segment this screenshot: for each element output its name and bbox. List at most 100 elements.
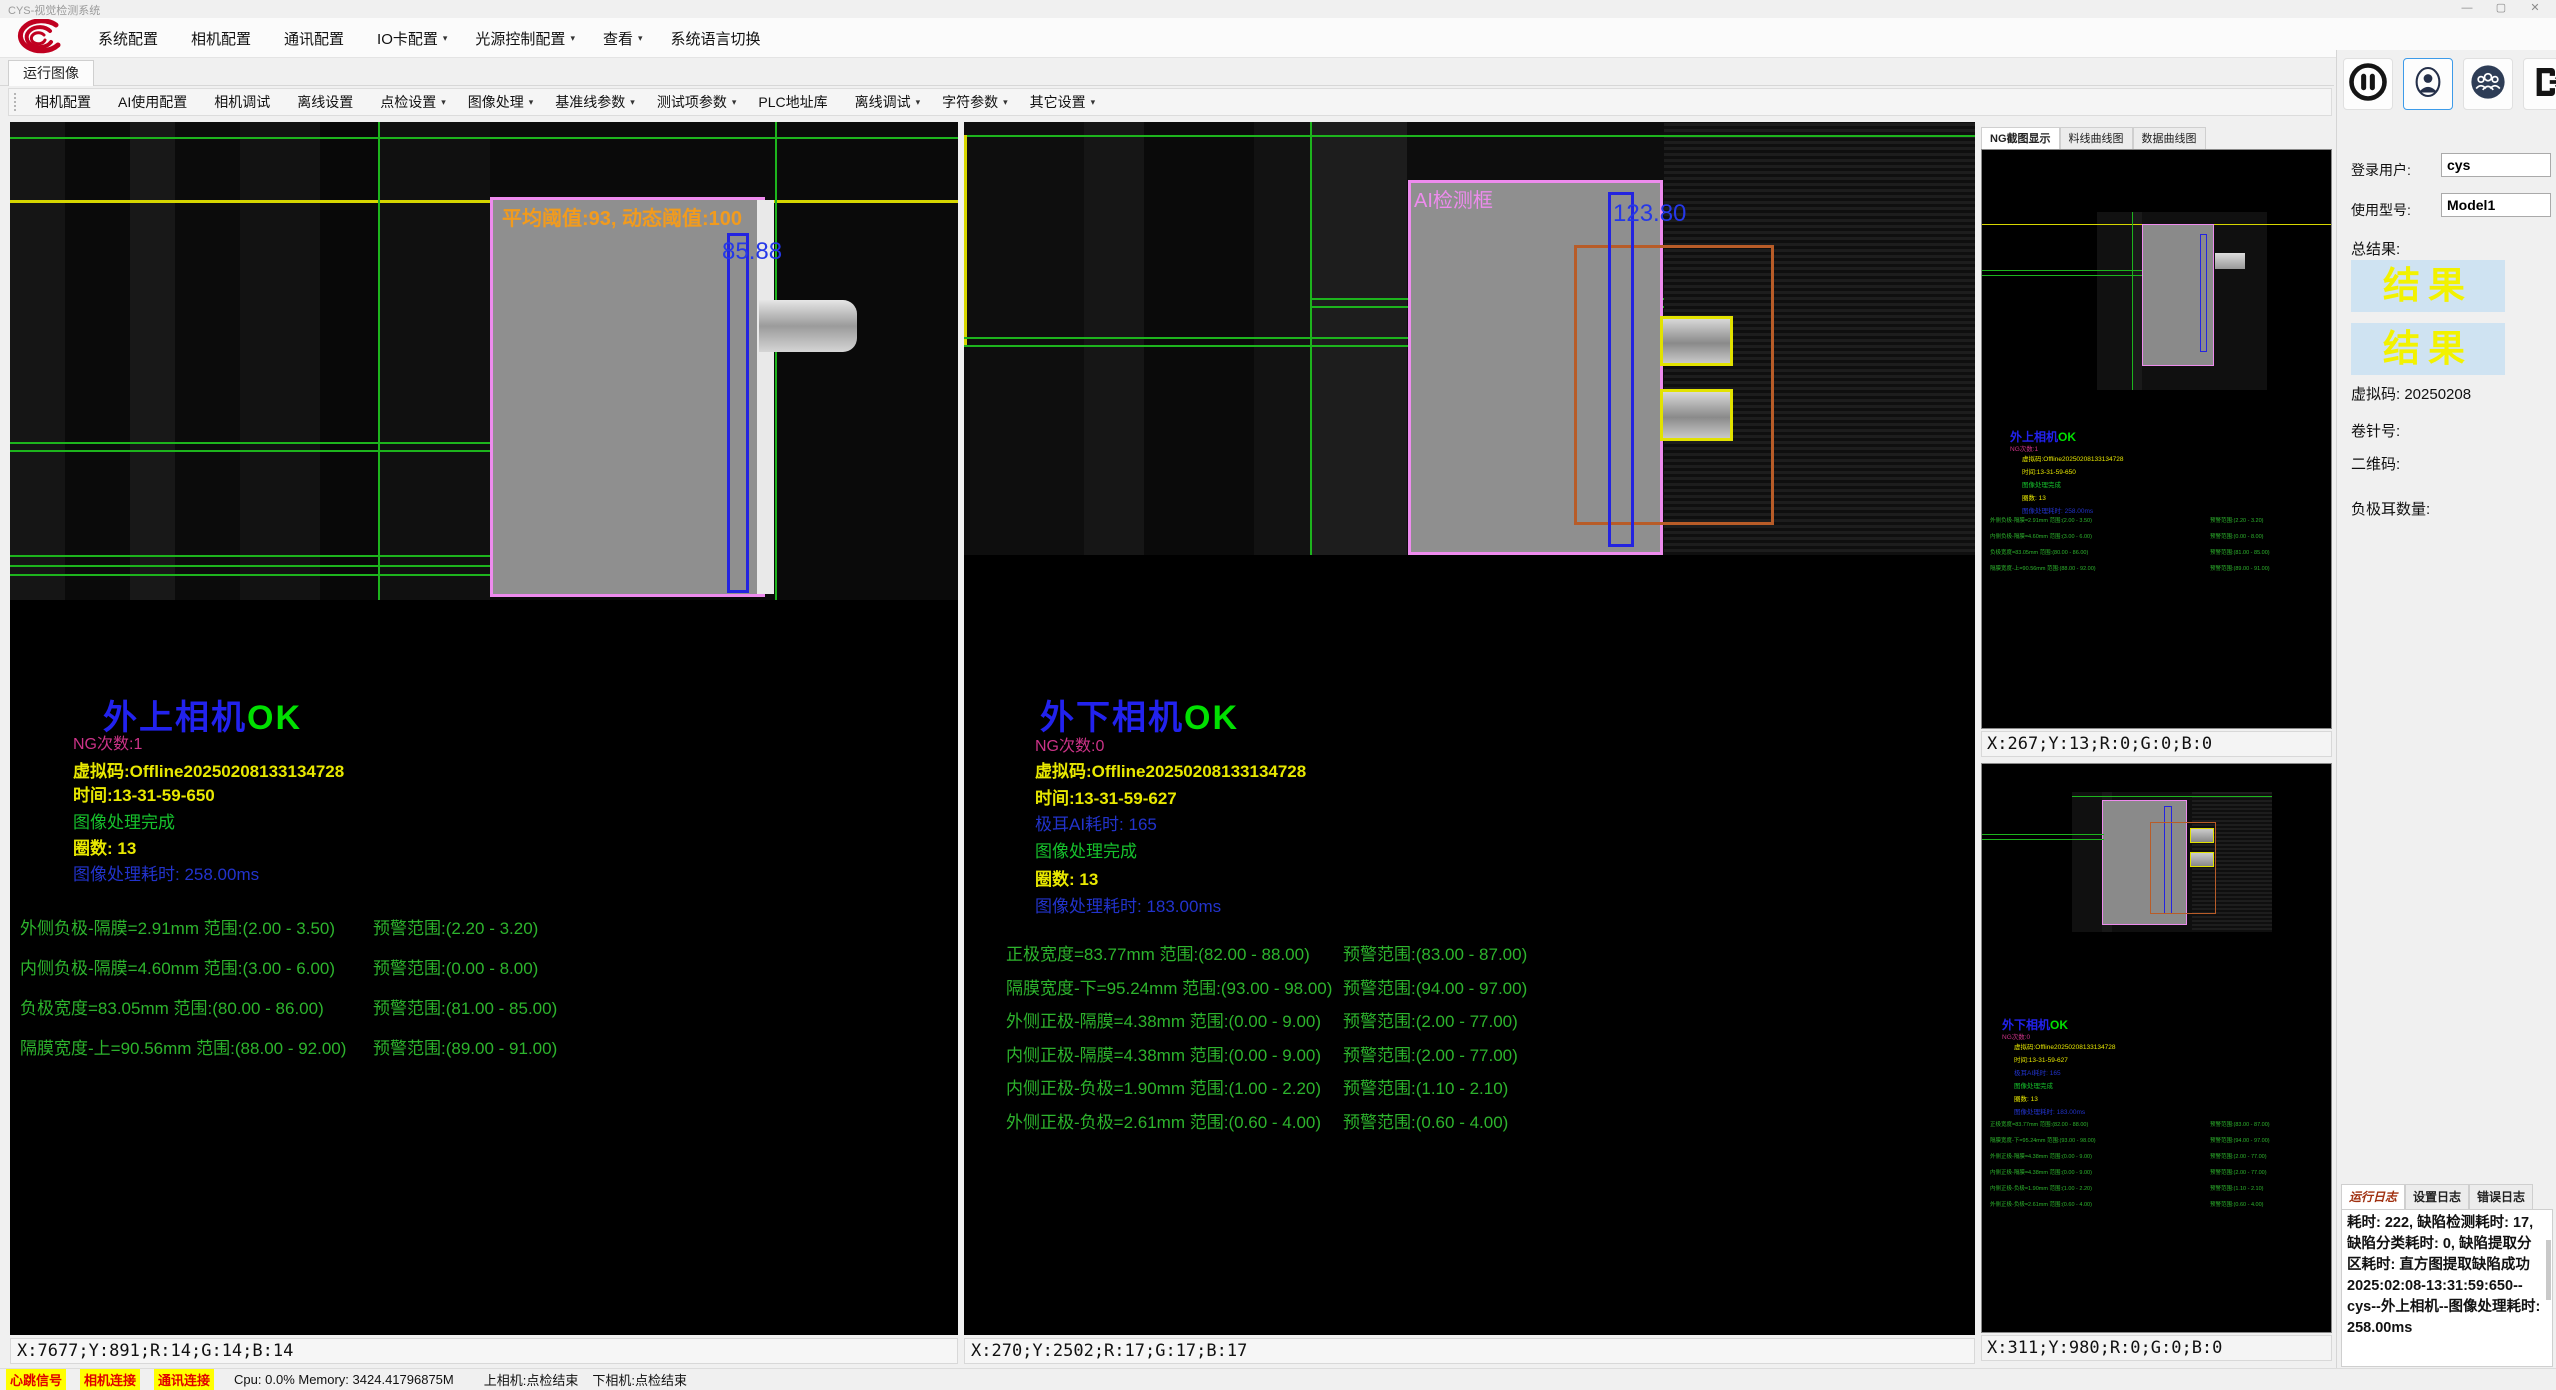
mini-tab-box [2190,852,2214,867]
mini-process-time: 图像处理耗时: 183.00ms [2014,1106,2085,1116]
measurement-row: 外侧正极-隔膜=4.38mm 范围:(0.00 - 9.00) 预警范围:(2.… [1982,1152,2331,1168]
mini-green-hline [1982,275,2144,276]
measurement-warning: 预警范围:(94.00 - 97.00) [1343,974,1527,999]
status-bar: 心跳信号 相机连接 通讯连接 Cpu: 0.0% Memory: 3424.41… [0,1368,2556,1390]
toolbar-item[interactable]: 基准线参数 ▾ [544,92,646,112]
region-box-orange [1574,245,1774,525]
tab-data-curve[interactable]: 数据曲线图 [2133,127,2206,149]
login-user-input[interactable] [2441,153,2551,177]
tab-material-curve[interactable]: 料线曲线图 [2060,127,2133,149]
measurement-warning: 预警范围:(89.00 - 91.00) [373,1034,557,1059]
chevron-down-icon: ▾ [1091,97,1096,108]
mini-ai-time: 极耳AI耗时: 165 [2014,1067,2061,1077]
measurement-warning: 预警范围:(2.00 - 77.00) [1343,1041,1518,1066]
mini-process-done: 图像处理完成 [2022,479,2061,489]
users-group-button[interactable] [2463,58,2513,110]
toolbar-item-label: 基准线参数 [555,92,625,112]
menu-bar: 系统配置 相机配置 通讯配置 IO卡配置 ▾ 光源控制配置 ▾ 查看 ▾ [0,18,2556,58]
toolbar-grip-icon[interactable] [13,93,18,111]
toolbar-item[interactable]: PLC地址库 [747,92,843,112]
toolbar-item[interactable]: 相机调试 [203,92,286,112]
log-body[interactable]: 耗时: 222, 缺陷检测耗时: 17, 缺陷分类耗时: 0, 缺陷提取分区耗时… [2341,1209,2553,1367]
measurement-text: 负极宽度=83.05mm 范围:(80.00 - 86.00) [20,994,324,1019]
chevron-down-icon: ▾ [638,33,643,44]
chevron-down-icon: ▾ [1003,97,1008,108]
toolbar-item-label: 离线设置 [297,92,353,112]
tab-detect-box [1660,316,1733,366]
minimize-button[interactable]: — [2450,0,2484,16]
menu-item[interactable]: IO卡配置 ▾ [363,28,461,49]
user-login-button[interactable] [2403,58,2453,110]
mini-camera-name: 外下相机 [2002,1018,2050,1032]
log-scrollbar[interactable] [2546,1240,2551,1300]
tab-run-image[interactable]: 运行图像 [8,60,94,86]
toolbar-item[interactable]: 离线调试 ▾ [844,92,932,112]
toolbar-item[interactable]: 字符参数 ▾ [931,92,1019,112]
mini-green-vline [2132,212,2133,390]
model-input[interactable] [2441,193,2551,217]
lower-camera-preview[interactable]: 外下相机OK NG次数:0 虚拟码:Offline202502081331347… [1981,763,2332,1333]
menu-item[interactable]: 系统语言切换 [657,28,780,49]
sidebar-buttons [2343,58,2556,110]
pause-button[interactable] [2343,58,2393,110]
mini-time: 时间:13-31-59-627 [2014,1054,2068,1064]
mini-measurement-list: 正极宽度=83.77mm 范围:(82.00 - 88.00) 预警范围:(83… [1982,1120,2331,1216]
menu-item-label: 相机配置 [191,28,251,49]
measurement-text: 隔膜宽度-下=95.24mm 范围:(93.00 - 98.00) [1990,1136,2096,1144]
left-camera-view[interactable]: 平均阈值:93, 动态阈值:100 85.88 外上相机OK NG次数:1 虚拟… [10,122,958,1335]
measurement-warning: 预警范围:(81.00 - 85.00) [2210,548,2270,556]
baseline-yellow-line [10,200,958,203]
maximize-button[interactable]: ▢ [2484,0,2518,16]
toolbar-item[interactable]: 离线设置 [286,92,369,112]
measurement-text: 正极宽度=83.77mm 范围:(82.00 - 88.00) [1990,1120,2088,1128]
toolbar-item[interactable]: 图像处理 ▾ [457,92,545,112]
measurement-warning: 预警范围:(1.10 - 2.10) [1343,1074,1508,1099]
measurement-list: 外侧负极-隔膜=2.91mm 范围:(2.00 - 3.50) 预警范围:(2.… [10,914,958,1074]
toolbar-item[interactable]: 相机配置 [24,92,107,112]
menu-item-label: 系统语言切换 [671,28,761,49]
toolbar-item-label: 点检设置 [380,92,436,112]
tab-ng-screenshot[interactable]: NG截图显示 [1981,127,2060,149]
exit-icon [2527,61,2556,108]
measurement-warning: 预警范围:(2.20 - 3.20) [2210,516,2264,524]
menu-item[interactable]: 系统配置 [84,28,177,49]
toolbar-item[interactable]: 点检设置 ▾ [369,92,457,112]
measure-box-blue [1608,192,1634,547]
measurement-row: 内侧正极-负极=1.90mm 范围:(1.00 - 2.20) 预警范围:(1.… [1982,1184,2331,1200]
measurement-row: 内侧正极-隔膜=4.38mm 范围:(0.00 - 9.00) 预警范围:(2.… [1982,1168,2331,1184]
menu-item[interactable]: 光源控制配置 ▾ [461,28,589,49]
measurement-row: 正极宽度=83.77mm 范围:(82.00 - 88.00) 预警范围:(83… [1982,1120,2331,1136]
toolbar-item[interactable]: AI使用配置 [107,92,203,112]
log-panel: 运行日志 设置日志 错误日志 耗时: 222, 缺陷检测耗时: 17, 缺陷分类… [2341,1184,2553,1366]
green-hline [10,450,490,452]
measurement-text: 内侧正极-负极=1.90mm 范围:(1.00 - 2.20) [1006,1074,1321,1099]
mini-green-hline [2072,796,2272,797]
measurement-row: 外侧负极-隔膜=2.91mm 范围:(2.00 - 3.50) 预警范围:(2.… [1982,516,2331,532]
measurement-warning: 预警范围:(2.00 - 77.00) [2210,1168,2267,1176]
tab-run-log[interactable]: 运行日志 [2341,1184,2405,1209]
chevron-down-icon: ▾ [732,97,737,108]
measurement-row: 隔膜宽度-下=95.24mm 范围:(93.00 - 98.00) 预警范围:(… [1982,1136,2331,1152]
loop-count: 圈数: 13 [1035,865,1098,890]
toolbar-item[interactable]: 测试项参数 ▾ [646,92,748,112]
exit-button[interactable] [2523,58,2556,110]
measure-value: 123.80 [1613,200,1686,228]
toolbar: 相机配置 AI使用配置 相机调试 离线设置 点检设置 ▾ 图像处理 ▾ [8,88,2332,116]
menu-item-label: 通讯配置 [284,28,344,49]
negative-tab-count-line: 负极耳数量: [2351,498,2430,519]
upper-camera-preview[interactable]: 外上相机OK NG次数:1 虚拟码:Offline202502081331347… [1981,149,2332,729]
menu-item[interactable]: 通讯配置 [270,28,363,49]
tab-error-log[interactable]: 错误日志 [2469,1184,2533,1209]
toolbar-item-label: 其它设置 [1030,92,1086,112]
close-button[interactable]: ✕ [2518,0,2552,16]
log-line: 2025:02:08-13:31:59:650--cys--外上相机--图像处理… [2347,1278,2540,1336]
menu-item[interactable]: 相机配置 [177,28,270,49]
right-camera-view[interactable]: AI检测框 123.80 外下相机OK NG次数:0 虚拟码:Offline20… [964,122,1975,1335]
tab-settings-log[interactable]: 设置日志 [2405,1184,2469,1209]
mini-camera-name: 外上相机 [2010,430,2058,444]
chevron-down-icon: ▾ [570,33,575,44]
toolbar-item[interactable]: 其它设置 ▾ [1019,92,1107,112]
toolbar-item-label: 相机配置 [35,92,91,112]
menu-item[interactable]: 查看 ▾ [589,28,657,49]
measurement-warning: 预警范围:(1.10 - 2.10) [2210,1184,2264,1192]
